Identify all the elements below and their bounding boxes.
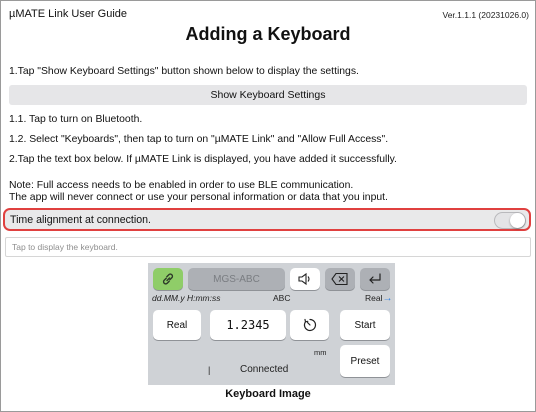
step-1-2-text: 1.2. Select "Keyboards", then tap to tur… [9,134,389,145]
speaker-key [290,268,320,290]
show-keyboard-settings-button[interactable]: Show Keyboard Settings [9,85,527,105]
unit-label: mm [314,348,327,357]
backspace-icon [331,272,348,286]
guide-title: µMATE Link User Guide [9,8,128,20]
step-1-text: 1.Tap "Show Keyboard Settings" button sh… [9,66,359,77]
step-1-1-text: 1.1. Tap to turn on Bluetooth. [9,114,143,125]
note-line-1: Note: Full access needs to be enabled in… [9,180,354,191]
connection-status: Connected [240,364,289,375]
backspace-key [325,268,355,290]
keyboard-image: MGS-ABC dd.MM.y H:mm:ss ABC Real→ Real 1… [148,263,395,385]
keyboard-image-caption: Keyboard Image [225,388,311,400]
toggle-knob [510,213,525,228]
real-key: Real [153,310,201,340]
note-line-2: The app will never connect or use your p… [9,192,388,203]
arrow-right-icon: → [382,293,393,304]
return-icon [369,273,381,284]
show-keyboard-settings-label: Show Keyboard Settings [210,89,326,101]
type-label-text: Real [365,293,383,303]
time-alignment-label: Time alignment at connection. [10,214,151,226]
time-alignment-row: Time alignment at connection. [3,208,531,231]
timer-key [290,310,329,340]
keyboard-test-textbox[interactable]: Tap to display the keyboard. [5,237,531,257]
version-label: Ver.1.1.1 (20231026.0) [442,10,530,20]
speaker-icon [298,272,310,286]
return-key [360,268,390,290]
timer-icon [303,318,316,332]
cursor-mark: | [208,365,211,375]
time-alignment-toggle[interactable] [494,212,526,229]
start-key: Start [340,310,390,340]
link-icon [162,273,174,285]
step-2-text: 2.Tap the text box below. If µMATE Link … [9,154,397,165]
input-mode-label: ABC [273,293,291,303]
device-name-field: MGS-ABC [188,268,285,290]
preset-key: Preset [340,345,390,377]
date-format-label: dd.MM.y H:mm:ss [152,293,221,303]
link-key [153,268,183,290]
page-heading: Adding a Keyboard [185,24,351,44]
type-label: Real→ [365,293,392,304]
value-display: 1.2345 [210,310,286,340]
textbox-placeholder: Tap to display the keyboard. [12,242,118,252]
